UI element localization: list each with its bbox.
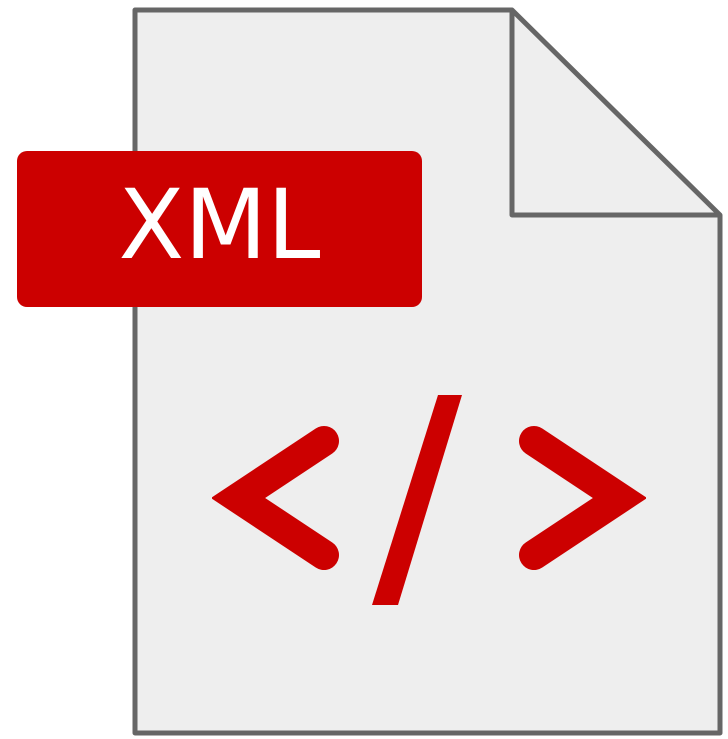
file-type-label: XML (118, 169, 321, 281)
xml-file-icon: XML (0, 0, 728, 739)
code-tag-icon (212, 355, 646, 625)
right-angle-bracket (519, 426, 646, 570)
file-type-badge: XML (17, 151, 422, 307)
slash (372, 395, 462, 605)
left-angle-bracket (212, 426, 339, 570)
